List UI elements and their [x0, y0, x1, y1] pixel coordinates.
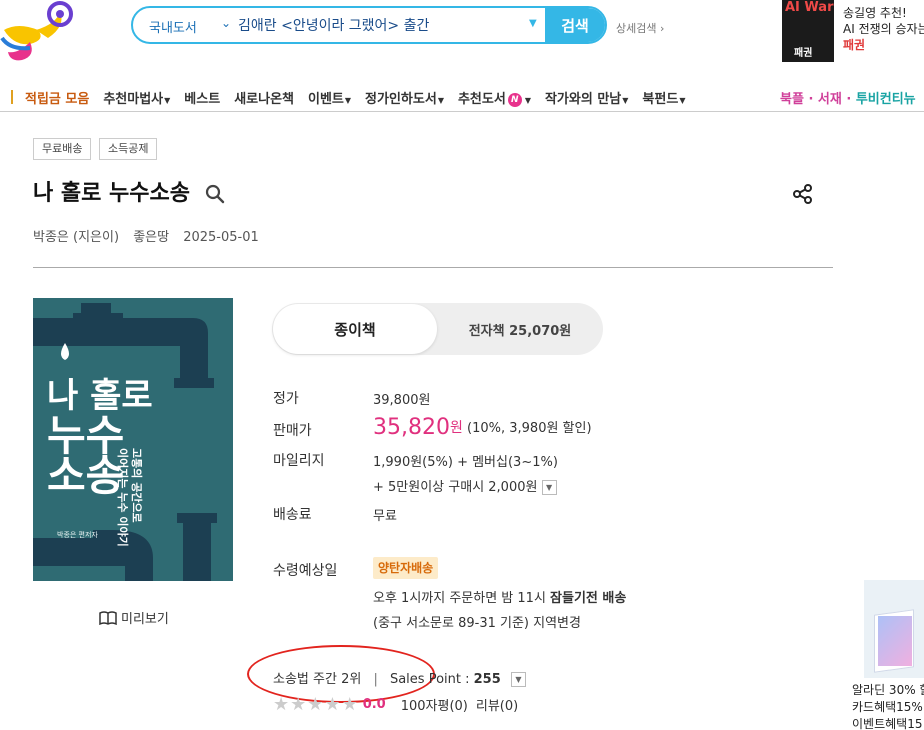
nav-item-mileage[interactable]: 적립금 모음 [25, 88, 89, 107]
new-badge: N [507, 93, 522, 107]
comments-link[interactable]: 100자평(0) [401, 695, 468, 714]
rating-row: ★★★★★ 0.0 100자평(0) 리뷰(0) [273, 695, 518, 714]
preview-button[interactable]: 미리보기 [99, 608, 169, 627]
caret-down-icon: ▼ [679, 96, 686, 105]
sales-rank[interactable]: 소송법 주간 2위 [273, 672, 361, 687]
tab-ebook[interactable]: 전자책 25,070원 [437, 303, 603, 355]
share-icon[interactable] [792, 183, 814, 205]
nav-item-event[interactable]: 이벤트▼ [308, 88, 351, 107]
divider [33, 267, 833, 268]
nav-item-author-meet[interactable]: 작가와의 만남▼ [545, 88, 628, 107]
card-ad-text[interactable]: 알라딘 30% 할 카드혜택15% 이벤트혜택15 [852, 682, 924, 730]
product-meta: 박종은 (지은이) 좋은땅 2025-05-01 [33, 226, 269, 245]
nav-item-recommend-wizard[interactable]: 추천마법사▼ [103, 88, 170, 107]
caret-down-icon: ▼ [622, 96, 629, 105]
caret-down-icon: ▼ [437, 96, 444, 105]
reviews-link[interactable]: 리뷰(0) [476, 695, 518, 714]
aladin-logo[interactable] [0, 0, 80, 62]
book-cover-image[interactable]: 나 홀로 누수 소송 고통의 공간으로 이어지는 누수 이야기 박종은 편저자 [33, 298, 233, 581]
mileage-expand-icon[interactable]: ▼ [541, 480, 557, 495]
search-bar: 국내도서 ⌄ ▼ 검색 [131, 6, 607, 44]
mileage-value: 1,990원(5%) + 멤버십(3~1%) [373, 455, 558, 470]
cover-subtitle: 고통의 공간으로 이어지는 누수 이야기 [116, 448, 143, 547]
publish-date: 2025-05-01 [183, 230, 259, 245]
caret-down-icon: ▼ [344, 96, 352, 105]
ad-banner-text[interactable]: 송길영 추천! AI 전쟁의 승자는 패권 [843, 5, 924, 53]
tag-tax-deduction: 소득공제 [99, 138, 158, 160]
mileage-extra: + 5만원이상 구매시 2,000원 ▼ [373, 476, 557, 495]
author-link[interactable]: 박종은 (지은이) [33, 230, 119, 245]
nav-link-bookple[interactable]: 북플 [780, 92, 804, 107]
main-nav: 적립금 모음 추천마법사▼ 베스트 새로나온책 이벤트▼ 정가인하도서▼ 추천도… [0, 82, 924, 112]
ad-book-cover[interactable]: AI War 패권 [782, 0, 834, 62]
nav-item-recommended[interactable]: 추천도서 N ▼ [458, 88, 531, 107]
shipping-label: 배송료 [273, 507, 312, 523]
product-title: 나 홀로 누수소송 [33, 181, 190, 206]
sale-price-value: 35,820원 (10%, 3,980원 할인) [373, 415, 592, 440]
nav-divider [11, 90, 13, 104]
dropdown-triangle-icon[interactable]: ▼ [529, 18, 537, 29]
list-price-label: 정가 [273, 391, 299, 407]
ad-book-subtitle: 패권 [794, 48, 813, 59]
caret-down-icon: ▼ [164, 96, 171, 105]
list-price-value: 39,800원 [373, 393, 431, 408]
shipping-value: 무료 [373, 509, 397, 524]
mileage-label: 마일리지 [273, 453, 325, 469]
ad-book-title: AI War [785, 0, 834, 15]
star-icon: ★ [290, 693, 307, 715]
star-icon: ★ [273, 693, 290, 715]
sales-point-expand-icon[interactable]: ▼ [510, 672, 526, 687]
card-ad-image[interactable] [864, 580, 924, 678]
tag-free-shipping: 무료배송 [33, 138, 92, 160]
format-tabs: 종이책 전자책 25,070원 [272, 303, 603, 355]
sale-price-label: 판매가 [273, 423, 312, 439]
nav-link-library[interactable]: 서재 [818, 92, 842, 107]
delivery-badge: 양탄자배송 [373, 557, 439, 579]
rating-stars: ★★★★★ [273, 693, 359, 715]
nav-link-tobecontinued[interactable]: 투비컨티뉴 [856, 92, 916, 107]
star-icon: ★ [324, 693, 341, 715]
rating-score: 0.0 [362, 697, 386, 712]
sales-point-value: 255 [473, 672, 501, 687]
card-gradient [878, 616, 912, 666]
star-icon: ★ [307, 693, 324, 715]
sales-rank-line: 소송법 주간 2위 | Sales Point : 255 ▼ [273, 668, 526, 687]
delivery-location[interactable]: (중구 서소문로 89-31 기준) 지역변경 [373, 612, 581, 631]
book-open-icon [99, 610, 117, 625]
nav-item-best[interactable]: 베스트 [184, 88, 220, 107]
advanced-search-link[interactable]: 상세검색 › [616, 20, 664, 36]
nav-item-new[interactable]: 새로나온책 [234, 88, 294, 107]
star-icon: ★ [341, 693, 358, 715]
caret-down-icon: ▼ [524, 96, 531, 105]
search-category-select[interactable]: 국내도서 [149, 17, 197, 36]
chevron-down-icon[interactable]: ⌄ [221, 16, 231, 30]
delivery-date-label: 수령예상일 [273, 563, 338, 579]
search-button[interactable]: 검색 [545, 8, 605, 42]
cover-author: 박종은 편저자 [57, 531, 98, 539]
publisher-link[interactable]: 좋은땅 [133, 230, 169, 245]
delivery-info: 오후 1시까지 주문하면 밤 11시 잠들기전 배송 [373, 591, 627, 606]
tab-paper-book[interactable]: 종이책 [273, 304, 437, 354]
nav-item-bookfund[interactable]: 북펀드▼ [642, 88, 685, 107]
nav-item-price-down[interactable]: 정가인하도서▼ [365, 88, 444, 107]
search-icon[interactable] [205, 184, 225, 204]
search-input[interactable] [238, 13, 528, 37]
